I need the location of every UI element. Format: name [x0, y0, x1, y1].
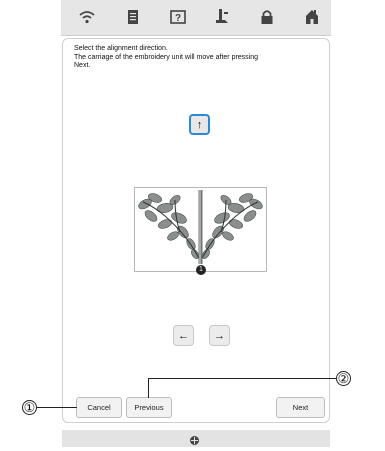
- callout-2-line: [148, 378, 336, 380]
- instruction-text: Select the alignment direction. The carr…: [74, 45, 324, 71]
- wifi-icon[interactable]: [78, 8, 96, 26]
- previous-button[interactable]: Previous: [126, 397, 172, 418]
- arrow-left-icon: ←: [178, 329, 189, 342]
- callout-1-label: ①: [23, 400, 36, 415]
- arrow-right-icon: →: [214, 329, 225, 342]
- floral-pattern-graphic: [138, 190, 263, 264]
- callout-2: ②: [336, 371, 351, 386]
- presser-foot-icon[interactable]: [213, 8, 231, 26]
- arrow-up-icon: ↑: [196, 118, 203, 131]
- help-icon[interactable]: ?: [169, 8, 187, 26]
- direction-right-button[interactable]: →: [209, 325, 230, 346]
- instruction-line-2: The carriage of the embroidery unit will…: [74, 53, 259, 61]
- callout-2-label: ②: [337, 371, 350, 386]
- callout-2-line-vertical: [148, 378, 150, 398]
- cancel-button[interactable]: Cancel: [76, 397, 122, 418]
- direction-left-button[interactable]: ←: [173, 325, 194, 346]
- instruction-line-1: Select the alignment direction.: [74, 45, 168, 52]
- embroidery-unit-icon[interactable]: [189, 433, 200, 445]
- instruction-line-3: Next.: [74, 62, 91, 69]
- document-icon[interactable]: [124, 8, 142, 26]
- svg-text:?: ?: [175, 13, 181, 24]
- embroidery-pattern-preview: [134, 187, 267, 272]
- top-toolbar: ?: [61, 0, 331, 36]
- home-icon[interactable]: [303, 8, 321, 26]
- bottom-status-bar: [62, 430, 330, 447]
- lock-icon[interactable]: [258, 8, 276, 26]
- callout-1-line: [37, 407, 77, 409]
- next-button[interactable]: Next: [276, 397, 325, 418]
- pattern-marker-label: 1: [199, 266, 203, 273]
- pattern-center-marker: 1: [196, 265, 206, 275]
- callout-1: ①: [22, 400, 37, 415]
- direction-up-button[interactable]: ↑: [189, 114, 210, 135]
